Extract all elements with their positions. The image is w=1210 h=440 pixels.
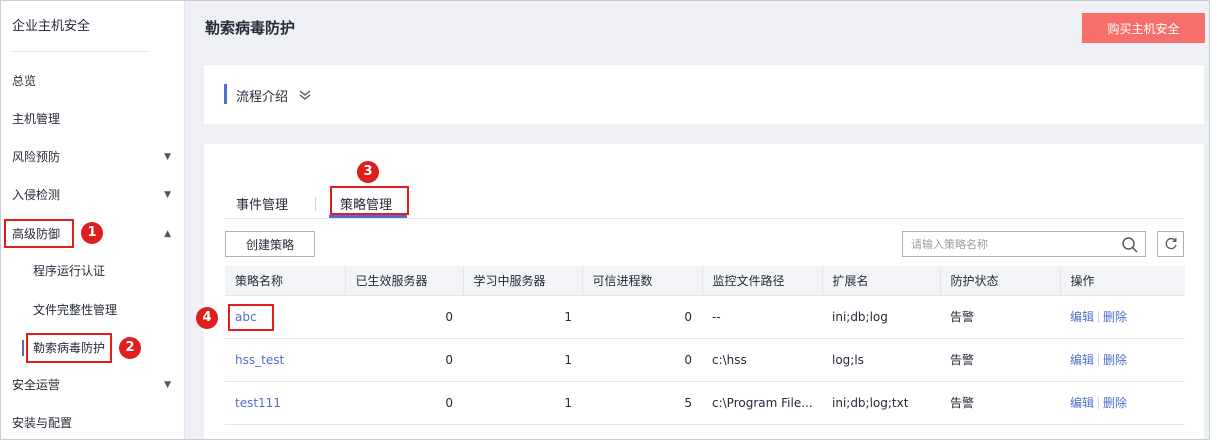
sidebar-subitem-label: 勒索病毒防护 bbox=[33, 341, 106, 355]
sidebar-divider bbox=[11, 51, 149, 52]
step-marker-4: 4 bbox=[196, 307, 218, 329]
delete-link[interactable]: 删除 bbox=[1103, 310, 1127, 324]
sidebar-item-host-management[interactable]: 主机管理 bbox=[1, 105, 185, 133]
sidebar-item-label: 安全运营 bbox=[12, 378, 61, 392]
policy-search bbox=[902, 231, 1146, 257]
caret-down-icon: ▼ bbox=[164, 380, 171, 390]
sidebar-item-overview[interactable]: 总览 bbox=[1, 67, 185, 95]
tabs-divider bbox=[224, 218, 1184, 219]
step-marker-3: 3 bbox=[357, 161, 379, 183]
learning-servers-cell: 1 bbox=[463, 295, 582, 339]
policy-panel: 事件管理 策略管理 创建策略 策略名称 已生效服务器 学习中服务器 bbox=[204, 144, 1204, 439]
page-title: 勒索病毒防护 bbox=[205, 19, 296, 37]
operation-separator bbox=[1098, 354, 1100, 366]
monitor-path-cell: c:\Program File... bbox=[702, 381, 822, 425]
tab-separator bbox=[315, 197, 316, 211]
operation-separator bbox=[1098, 311, 1100, 323]
trusted-processes-cell: 5 bbox=[582, 381, 702, 425]
column-header-extensions: 扩展名 bbox=[821, 266, 940, 296]
extensions-cell: ini;db;log bbox=[822, 295, 940, 339]
sidebar-subitem-label: 文件完整性管理 bbox=[33, 303, 118, 317]
sidebar-item-label: 风险预防 bbox=[12, 150, 61, 164]
column-header-learning-servers: 学习中服务器 bbox=[462, 266, 582, 296]
trusted-processes-cell: 0 bbox=[582, 338, 702, 382]
table-row: hss_test 0 1 0 c:\hss log;ls 告警 编辑 删除 bbox=[225, 338, 1185, 382]
table-header-row: 策略名称 已生效服务器 学习中服务器 可信进程数 监控文件路径 扩展名 防护状态… bbox=[225, 266, 1185, 296]
policy-name-link[interactable]: test111 bbox=[235, 396, 281, 410]
column-header-monitor-path: 监控文件路径 bbox=[701, 266, 822, 296]
protection-status-cell: 告警 bbox=[940, 295, 1060, 339]
sidebar-item-risk-prevention[interactable]: 风险预防 ▼ bbox=[1, 143, 185, 171]
sidebar-subitem-label: 程序运行认证 bbox=[33, 264, 106, 278]
learning-servers-cell: 1 bbox=[463, 338, 582, 382]
operations-cell: 编辑 删除 bbox=[1060, 381, 1185, 425]
refresh-icon bbox=[1165, 237, 1177, 250]
step-marker-2: 2 bbox=[119, 337, 141, 359]
delete-link[interactable]: 删除 bbox=[1103, 396, 1127, 410]
search-icon[interactable] bbox=[1121, 236, 1139, 254]
buy-host-security-button[interactable]: 购买主机安全 bbox=[1082, 13, 1205, 43]
sidebar-subitem-program-auth[interactable]: 程序运行认证 bbox=[1, 257, 185, 285]
trusted-processes-cell: 0 bbox=[582, 295, 702, 339]
policy-name-link[interactable]: hss_test bbox=[235, 353, 284, 367]
table-row: test111 0 1 5 c:\Program File... ini;db;… bbox=[225, 381, 1185, 425]
edit-link[interactable]: 编辑 bbox=[1070, 310, 1094, 324]
caret-down-icon: ▼ bbox=[164, 152, 171, 162]
extensions-cell: ini;db;log;txt bbox=[822, 381, 940, 425]
policy-table: 策略名称 已生效服务器 学习中服务器 可信进程数 监控文件路径 扩展名 防护状态… bbox=[225, 266, 1185, 425]
sidebar-item-label: 总览 bbox=[12, 74, 37, 88]
sidebar-subitem-ransomware-protection[interactable]: 勒索病毒防护 bbox=[1, 334, 185, 362]
tab-policy-management[interactable]: 策略管理 bbox=[340, 194, 392, 213]
operations-cell: 编辑 删除 bbox=[1060, 338, 1185, 382]
operations-cell: 编辑 删除 bbox=[1060, 295, 1185, 339]
monitor-path-cell: c:\hss bbox=[702, 338, 822, 382]
sidebar: 企业主机安全 总览 主机管理 风险预防 ▼ 入侵检测 ▼ 高级防御 ▲ 程序运行… bbox=[1, 1, 185, 439]
monitor-path-cell: -- bbox=[702, 295, 822, 339]
tab-event-management[interactable]: 事件管理 bbox=[236, 194, 288, 213]
edit-link[interactable]: 编辑 bbox=[1070, 353, 1094, 367]
policy-search-input[interactable] bbox=[911, 236, 1111, 253]
process-intro-label[interactable]: 流程介绍 bbox=[236, 86, 288, 105]
sidebar-item-label: 入侵检测 bbox=[12, 188, 61, 202]
sidebar-item-install-config[interactable]: 安装与配置 bbox=[1, 409, 185, 437]
column-header-operations: 操作 bbox=[1059, 266, 1185, 296]
active-servers-cell: 0 bbox=[345, 338, 463, 382]
sidebar-item-security-ops[interactable]: 安全运营 ▼ bbox=[1, 371, 185, 399]
step-marker-1: 1 bbox=[81, 222, 103, 244]
create-policy-button[interactable]: 创建策略 bbox=[225, 231, 315, 257]
caret-up-icon: ▲ bbox=[164, 229, 171, 239]
active-servers-cell: 0 bbox=[345, 381, 463, 425]
active-tab-indicator bbox=[329, 215, 407, 218]
table-row: abc 0 1 0 -- ini;db;log 告警 编辑 删除 bbox=[225, 295, 1185, 339]
refresh-button[interactable] bbox=[1157, 231, 1184, 257]
sidebar-subitem-file-integrity[interactable]: 文件完整性管理 bbox=[1, 296, 185, 324]
column-header-trusted-processes: 可信进程数 bbox=[581, 266, 702, 296]
sidebar-item-label: 主机管理 bbox=[12, 112, 61, 126]
sidebar-item-label: 高级防御 bbox=[12, 227, 61, 241]
delete-link[interactable]: 删除 bbox=[1103, 353, 1127, 367]
learning-servers-cell: 1 bbox=[463, 381, 582, 425]
protection-status-cell: 告警 bbox=[940, 338, 1060, 382]
protection-status-cell: 告警 bbox=[940, 381, 1060, 425]
process-accent-bar bbox=[224, 84, 227, 104]
sidebar-item-label: 安装与配置 bbox=[12, 416, 73, 430]
active-servers-cell: 0 bbox=[345, 295, 463, 339]
operation-separator bbox=[1098, 397, 1100, 409]
policy-name-link[interactable]: abc bbox=[235, 310, 257, 324]
process-intro-card: 流程介绍 bbox=[204, 65, 1204, 124]
column-header-active-servers: 已生效服务器 bbox=[344, 266, 463, 296]
caret-down-icon: ▼ bbox=[164, 190, 171, 200]
sidebar-item-intrusion-detection[interactable]: 入侵检测 ▼ bbox=[1, 181, 185, 209]
column-header-policy-name: 策略名称 bbox=[225, 266, 345, 296]
extensions-cell: log;ls bbox=[822, 338, 940, 382]
column-header-protection-status: 防护状态 bbox=[939, 266, 1060, 296]
sidebar-title: 企业主机安全 bbox=[12, 19, 91, 34]
edit-link[interactable]: 编辑 bbox=[1070, 396, 1094, 410]
